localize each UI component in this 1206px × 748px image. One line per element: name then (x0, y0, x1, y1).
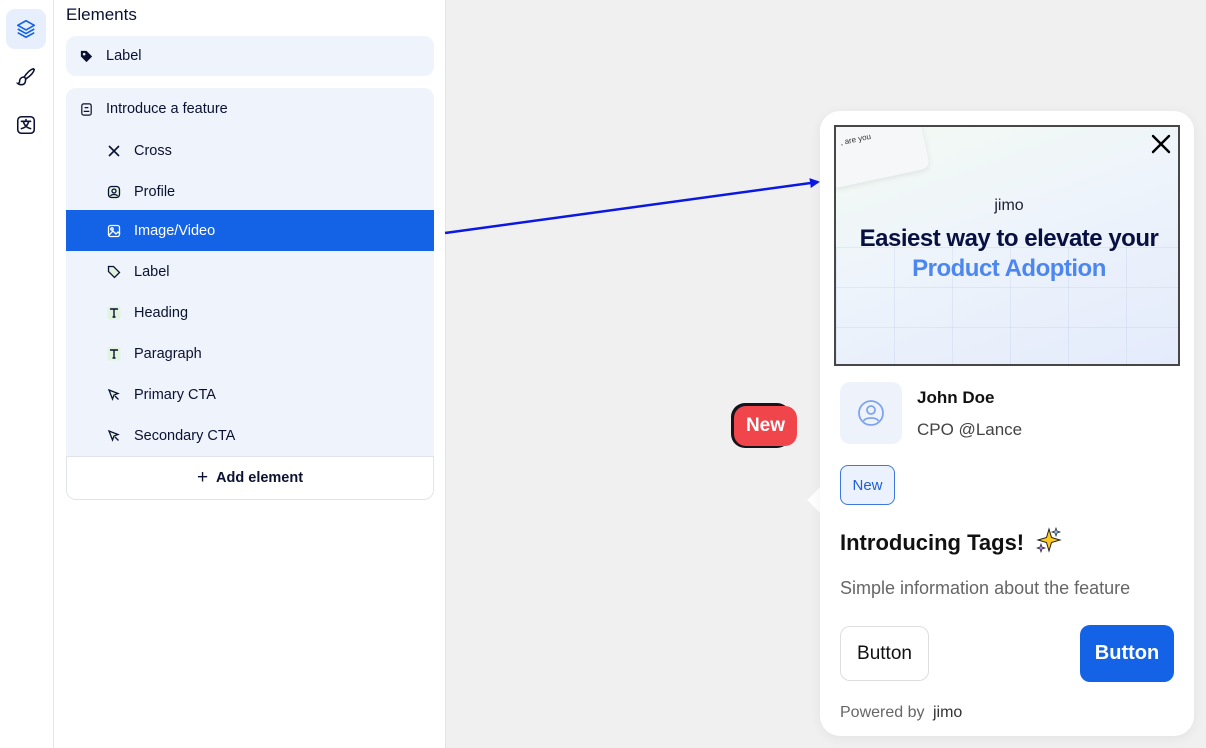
tour-paragraph: Simple information about the feature (840, 578, 1131, 598)
tag-filled-icon (79, 49, 94, 64)
tag-icon (106, 264, 122, 280)
translate-icon (16, 115, 36, 135)
image-icon (106, 223, 122, 239)
media-headline-accent: Product Adoption (912, 255, 1106, 282)
media-brand-logo: jimo (994, 197, 1024, 214)
profile-icon (106, 184, 122, 200)
text-icon (106, 346, 122, 362)
element-item-label: Image/Video (134, 222, 216, 239)
element-item-profile[interactable]: Profile (66, 171, 434, 212)
panel-title: Elements (66, 5, 137, 24)
style-button[interactable] (6, 57, 46, 97)
text-icon (106, 305, 122, 321)
media-paper-shape (836, 127, 931, 189)
cursor-icon (106, 387, 122, 403)
element-item-label: Profile (134, 183, 176, 200)
element-label-text: Label (106, 48, 142, 64)
element-item-image-video[interactable]: Image/Video (66, 210, 434, 251)
layers-icon (16, 19, 36, 39)
profile-name: John Doe (917, 388, 995, 407)
element-item-label: Paragraph (134, 345, 202, 362)
element-label-card[interactable]: Label (66, 36, 434, 76)
group-header-label: Introduce a feature (106, 101, 228, 117)
plus-icon: + (196, 467, 209, 488)
tour-heading-text: Introducing Tags! (840, 530, 1025, 555)
cross-icon (106, 143, 122, 159)
add-element-label: Add element (216, 470, 304, 486)
add-element-button[interactable]: + Add element (66, 456, 434, 500)
element-item-cross[interactable]: Cross (66, 130, 434, 171)
close-icon[interactable] (1148, 131, 1174, 157)
translate-button[interactable] (6, 105, 46, 145)
element-item-label: Secondary CTA (134, 427, 236, 444)
brush-icon (15, 67, 36, 86)
sparkles-icon (1036, 527, 1063, 553)
primary-cta-button[interactable]: Button (1080, 625, 1174, 682)
powered-by-text: Powered by (840, 704, 925, 721)
powered-by-logo: jimo (932, 704, 963, 721)
tour-card: , are you jimo Easiest way to elevate yo… (820, 111, 1194, 736)
element-item-label: Primary CTA (134, 386, 216, 403)
group-header[interactable]: Introduce a feature (66, 88, 434, 130)
block-icon (79, 102, 94, 117)
element-item-heading[interactable]: Heading (66, 292, 434, 333)
user-icon (858, 400, 884, 426)
element-item-paragraph[interactable]: Paragraph (66, 333, 434, 374)
media-headline: Easiest way to elevate your (859, 225, 1159, 252)
avatar (840, 382, 902, 444)
secondary-cta-button[interactable]: Button (840, 626, 929, 681)
feature-tag: New (840, 465, 895, 505)
cursor-icon (106, 428, 122, 444)
layers-button[interactable] (6, 9, 46, 49)
powered-by: Powered by jimo (840, 704, 962, 722)
hotspot-badge[interactable]: New (734, 406, 797, 446)
element-item-secondary-cta[interactable]: Secondary CTA (66, 415, 434, 456)
icon-rail (0, 0, 54, 748)
profile-role: CPO @Lance (917, 420, 1023, 439)
element-item-label: Label (134, 263, 170, 280)
tour-heading: Introducing Tags! (840, 527, 1063, 556)
element-item-label: Heading (134, 304, 189, 321)
element-item-primary-cta[interactable]: Primary CTA (66, 374, 434, 415)
element-item-label: Cross (134, 142, 172, 159)
element-group-introduce-feature: Introduce a feature Cross Profile Image/… (66, 88, 434, 500)
media-block[interactable]: , are you jimo Easiest way to elevate yo… (834, 125, 1180, 366)
elements-panel: Elements Label Introduce a feature Cross… (54, 0, 446, 748)
element-item-label[interactable]: Label (66, 251, 434, 292)
